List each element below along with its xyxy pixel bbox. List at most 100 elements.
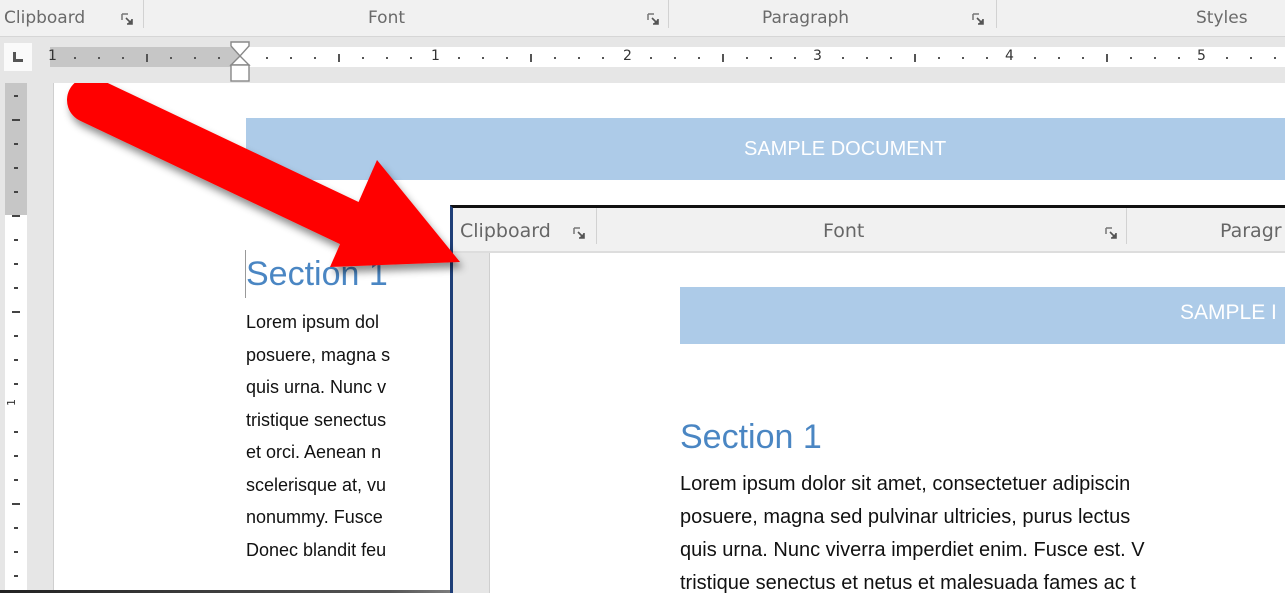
ribbon-group-font: Font (368, 8, 406, 28)
ruler-half-inch-tick (722, 54, 724, 62)
ribbon-group-separator (668, 0, 669, 28)
ruler-eighth-tick (842, 57, 844, 59)
first-line-indent-icon (230, 41, 250, 58)
ruler-eighth-tick (98, 57, 100, 59)
vertical-ruler-dot (14, 191, 18, 193)
font-dialog-launcher-icon[interactable] (647, 13, 659, 25)
ruler-half-inch-tick (1106, 54, 1108, 62)
ruler-eighth-tick (194, 57, 196, 59)
body-line: posuere, magna s (246, 344, 391, 365)
ruler-eighth-tick (1130, 57, 1132, 59)
ruler-eighth-tick (266, 57, 268, 59)
zoomed-ribbon-group-clipboard: Clipboard (460, 220, 551, 242)
vertical-ruler-dot (14, 575, 18, 577)
body-line: quis urna. Nunc viverra imperdiet enim. … (680, 539, 1145, 561)
ruler-eighth-tick (938, 57, 940, 59)
ruler-eighth-tick (674, 57, 676, 59)
ribbon-group-separator (143, 0, 144, 28)
ribbon-group-paragraph: Paragraph (762, 8, 850, 28)
vertical-ruler-dot (14, 263, 18, 265)
zoomed-banner-title: SAMPLE I (1180, 301, 1277, 324)
ruler-eighth-tick (362, 57, 364, 59)
ruler-eighth-tick (170, 57, 172, 59)
vertical-ruler-dot (14, 335, 18, 337)
body-line: Lorem ipsum dolor sit amet, consectetuer… (680, 473, 1131, 495)
banner-title: SAMPLE DOCUMENT (744, 138, 947, 160)
zoomed-body-text[interactable]: Lorem ipsum dolor sit amet, consectetuer… (680, 468, 1145, 593)
vertical-ruler-half-tick (12, 503, 20, 505)
vertical-ruler-dot (14, 143, 18, 145)
ruler-number: 1 (431, 48, 440, 64)
clipboard-dialog-launcher-icon[interactable] (121, 13, 133, 25)
ruler-eighth-tick (794, 57, 796, 59)
ruler-eighth-tick (1034, 57, 1036, 59)
hanging-indent-icon (229, 55, 251, 66)
ruler-eighth-tick (506, 57, 508, 59)
indent-markers[interactable] (229, 41, 253, 85)
zoomed-clipboard-launcher-icon[interactable] (573, 227, 585, 239)
vertical-ruler-dot (14, 527, 18, 529)
ruler-eighth-tick (770, 57, 772, 59)
body-line: Lorem ipsum dol (246, 312, 380, 332)
ruler-eighth-tick (386, 57, 388, 59)
vertical-ruler-dot (14, 359, 18, 361)
ruler-eighth-tick (866, 57, 868, 59)
ruler-eighth-tick (482, 57, 484, 59)
ruler-eighth-tick (1058, 57, 1060, 59)
vertical-ruler-dot (14, 95, 18, 97)
ruler-eighth-tick (1274, 57, 1276, 59)
vertical-ruler-dot (14, 239, 18, 241)
ruler-eighth-tick (650, 57, 652, 59)
ruler-eighth-tick (1154, 57, 1156, 59)
ruler-half-inch-tick (146, 54, 148, 62)
ruler-half-inch-tick (530, 54, 532, 62)
ruler-eighth-tick (410, 57, 412, 59)
body-line: scelerisque at, vu (246, 474, 387, 495)
ruler-eighth-tick (602, 57, 604, 59)
ruler-eighth-tick (314, 57, 316, 59)
zoomed-window: Clipboard Font Paragr SAMPLE I Section 1… (450, 205, 1285, 593)
tab-stop-selector[interactable] (4, 43, 32, 71)
ruler-number: 4 (1005, 48, 1014, 64)
section-heading[interactable]: Section 1 (246, 255, 388, 294)
ruler-number: 2 (623, 48, 632, 64)
body-line: Donec blandit feu (246, 539, 387, 560)
ruler-eighth-tick (1226, 57, 1228, 59)
ruler-left-margin (50, 47, 240, 67)
ruler-number: 1 (48, 48, 57, 64)
ruler-half-inch-tick (338, 54, 340, 62)
vertical-ruler-top-margin (5, 83, 27, 215)
ruler-eighth-tick (458, 57, 460, 59)
ruler-eighth-tick (1250, 57, 1252, 59)
ruler-eighth-tick (218, 57, 220, 59)
ruler-number: 5 (1197, 48, 1206, 64)
ruler-eighth-tick (122, 57, 124, 59)
vertical-ruler-number: 1 (5, 399, 18, 406)
ruler-eighth-tick (1082, 57, 1084, 59)
ruler-eighth-tick (890, 57, 892, 59)
paragraph-dialog-launcher-icon[interactable] (972, 13, 984, 25)
zoomed-vertical-ruler (453, 253, 490, 593)
vertical-ruler-half-tick (12, 311, 20, 313)
vertical-ruler-dot (14, 167, 18, 169)
body-line: posuere, magna sed pulvinar ultricies, p… (680, 506, 1131, 528)
zoomed-font-launcher-icon[interactable] (1105, 227, 1117, 239)
ribbon-group-clipboard: Clipboard (4, 8, 86, 28)
ruler-eighth-tick (578, 57, 580, 59)
ruler-eighth-tick (746, 57, 748, 59)
body-line: nonummy. Fusce (246, 507, 383, 527)
body-text[interactable]: Lorem ipsum dol posuere, magna s quis ur… (246, 306, 390, 566)
zoomed-section-heading[interactable]: Section 1 (680, 418, 822, 457)
ruler-eighth-tick (554, 57, 556, 59)
left-indent-icon (230, 64, 250, 82)
vertical-ruler-dot (14, 455, 18, 457)
vertical-ruler-dot (14, 431, 18, 433)
ruler-eighth-tick (962, 57, 964, 59)
ruler-eighth-tick (986, 57, 988, 59)
vertical-ruler-half-tick (12, 119, 20, 121)
zoomed-ribbon-group-font: Font (823, 220, 865, 242)
body-line: quis urna. Nunc v (246, 377, 387, 397)
zoomed-ribbon-group-paragraph: Paragr (1220, 220, 1282, 242)
ribbon-group-separator (1126, 208, 1127, 244)
ruler-half-inch-tick (914, 54, 916, 62)
